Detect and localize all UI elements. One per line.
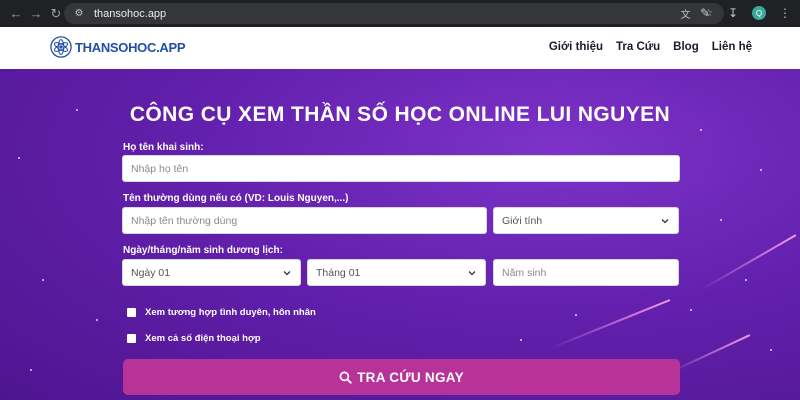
phone-checkbox[interactable] [127,334,136,343]
day-select[interactable]: Ngày 01 [122,259,301,286]
star-decoration [700,129,702,131]
site-header: THANSOHOC.APP Giới thiệu Tra Cứu Blog Li… [0,27,800,69]
site-logo[interactable]: THANSOHOC.APP [50,36,186,58]
nav-lien-he[interactable]: Liên hệ [712,41,752,53]
star-decoration [770,349,772,351]
phone-checkbox-label[interactable]: Xem cả số điện thoại hợp [145,333,261,344]
logo-text: THANSOHOC.APP [75,39,186,55]
back-icon[interactable]: ← [6,4,26,24]
gender-select[interactable]: Giới tính [493,207,679,234]
phone-checkbox-row[interactable]: Xem cả số điện thoại hợp [127,333,261,344]
shooting-star-decoration [668,334,751,374]
star-decoration [720,219,722,221]
more-menu-icon[interactable]: ⋮ [776,4,794,22]
main-nav: Giới thiệu Tra Cứu Blog Liên hệ [549,41,752,53]
chevron-down-icon [283,271,291,276]
chevron-down-icon [468,271,476,276]
star-decoration [42,279,44,281]
download-icon[interactable]: ↧ [724,4,742,22]
gender-select-value: Giới tính [502,214,543,227]
page-title: CÔNG CỤ XEM THẦN SỐ HỌC ONLINE LUI NGUYE… [129,103,671,126]
submit-button-label: TRA CỨU NGAY [357,369,464,385]
fullname-input[interactable] [122,155,680,182]
profile-avatar[interactable]: Q [752,6,766,20]
url-text[interactable]: thansohoc.app [94,8,166,20]
dob-label: Ngày/tháng/năm sinh dương lịch: [123,245,283,256]
chevron-down-icon [661,219,669,224]
hero-section: CÔNG CỤ XEM THẦN SỐ HỌC ONLINE LUI NGUYE… [0,69,800,400]
star-decoration [690,309,692,311]
address-bar[interactable]: ⚙ thansohoc.app 文 ☆ [64,3,724,24]
star-decoration [575,314,577,316]
forward-icon[interactable]: → [26,4,46,24]
search-icon [339,371,352,384]
nickname-label: Tên thường dùng nếu có (VD: Louis Nguyen… [123,193,349,204]
nav-gioi-thieu[interactable]: Giới thiệu [549,41,603,53]
compat-checkbox[interactable] [127,308,136,317]
star-decoration [745,279,747,281]
shooting-star-decoration [549,299,671,350]
day-select-value: Ngày 01 [131,266,171,279]
browser-toolbar: ← → ↻ ⚙ thansohoc.app 文 ☆ ✎ ↧ Q ⋮ [0,0,800,27]
nav-blog[interactable]: Blog [673,41,699,53]
compat-checkbox-label[interactable]: Xem tương hợp tình duyên, hôn nhân [145,307,316,318]
fullname-label: Họ tên khai sinh: [123,142,204,153]
logo-atom-icon [50,36,72,58]
reload-icon[interactable]: ↻ [46,4,66,24]
month-select-value: Tháng 01 [316,266,361,279]
site-info-icon[interactable]: ⚙ [72,7,86,21]
month-select[interactable]: Tháng 01 [307,259,486,286]
star-decoration [760,169,762,171]
star-decoration [30,369,32,371]
translate-icon[interactable]: 文 [678,6,693,21]
nav-tra-cuu[interactable]: Tra Cứu [616,41,660,53]
compat-checkbox-row[interactable]: Xem tương hợp tình duyên, hôn nhân [127,307,316,318]
birth-year-input[interactable] [493,259,679,286]
star-decoration [520,339,522,341]
extensions-icon[interactable]: ✎ [696,4,714,22]
nickname-input[interactable] [122,207,487,234]
submit-button[interactable]: TRA CỨU NGAY [123,359,680,395]
star-decoration [96,319,98,321]
star-decoration [18,157,20,159]
shooting-star-decoration [700,234,797,291]
